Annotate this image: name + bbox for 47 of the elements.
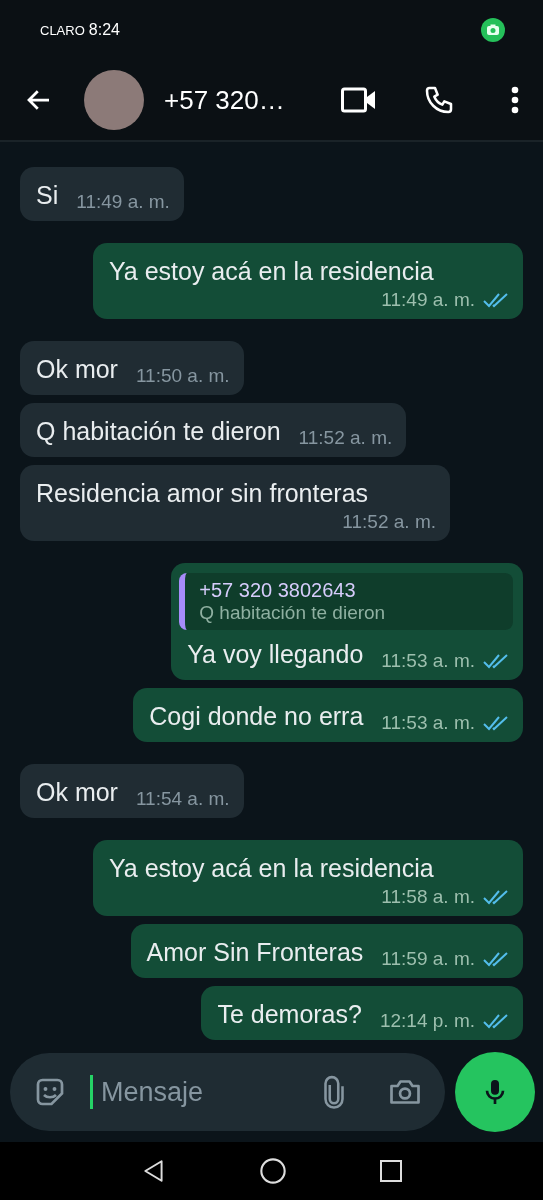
message-text: Ya estoy acá en la residencia bbox=[109, 256, 434, 287]
message-text: Ya estoy acá en la residencia bbox=[109, 853, 434, 884]
message-time: 11:53 a. m. bbox=[381, 712, 475, 734]
message-time: 11:52 a. m. bbox=[342, 511, 436, 533]
carrier-name: CLARO bbox=[40, 22, 85, 38]
quote-text: Q habitación te dieron bbox=[199, 602, 387, 624]
home-circle-icon[interactable] bbox=[258, 1157, 287, 1185]
outgoing-message-bubble[interactable]: Te demoras? 12:14 p. m. bbox=[201, 986, 523, 1040]
recents-square-icon[interactable] bbox=[378, 1159, 403, 1183]
camera-indicator-icon bbox=[481, 18, 505, 42]
message-text: Ok mor bbox=[36, 354, 118, 385]
message-time: 11:54 a. m. bbox=[135, 788, 230, 810]
message-input-field[interactable]: Mensaje bbox=[101, 1076, 309, 1108]
more-options-icon[interactable] bbox=[511, 86, 519, 114]
message-time: 12:14 p. m. bbox=[379, 1010, 475, 1032]
incoming-message-bubble[interactable]: Residencia amor sin fronteras 11:52 a. m. bbox=[20, 465, 450, 541]
message-text: Residencia amor sin fronteras bbox=[36, 478, 369, 509]
message-time: 11:50 a. m. bbox=[135, 365, 230, 387]
phone-icon[interactable] bbox=[423, 84, 455, 116]
message-text: Ya voy llegando bbox=[187, 639, 364, 670]
message-time: 11:52 a. m. bbox=[298, 427, 393, 449]
message-text: Si bbox=[36, 180, 59, 211]
message-text: Q habitación te dieron bbox=[36, 416, 281, 447]
incoming-message-bubble[interactable]: Si 11:49 a. m. bbox=[20, 167, 184, 221]
incoming-message-bubble[interactable]: Q habitación te dieron 11:52 a. m. bbox=[20, 403, 407, 457]
message-time: 11:58 a. m. bbox=[381, 886, 475, 908]
message-time: 11:53 a. m. bbox=[381, 650, 475, 672]
outgoing-message-bubble[interactable]: Ya estoy acá en la residencia 11:49 a. m. bbox=[93, 243, 523, 319]
message-text: Cogi donde no erra bbox=[149, 701, 364, 732]
message-time: 11:59 a. m. bbox=[381, 948, 475, 970]
message-text: Amor Sin Fronteras bbox=[146, 937, 364, 968]
message-time: 11:49 a. m. bbox=[76, 191, 170, 213]
contact-title[interactable]: +57 320… bbox=[164, 84, 285, 116]
avatar-photo[interactable] bbox=[84, 70, 144, 130]
message-time: 11:49 a. m. bbox=[381, 289, 475, 311]
incoming-message-bubble[interactable]: Ok mor 11:54 a. m. bbox=[20, 764, 244, 818]
quote-author: +57 320 3802643 bbox=[199, 579, 357, 602]
message-text: Ok mor bbox=[36, 777, 118, 808]
message-text: Te demoras? bbox=[217, 999, 362, 1030]
outgoing-message-bubble[interactable]: Amor Sin Fronteras 11:59 a. m. bbox=[130, 924, 523, 978]
status-time: 8:24 bbox=[88, 21, 120, 39]
video-camera-icon[interactable] bbox=[341, 87, 377, 113]
quoted-message[interactable]: +57 320 3802643 Q habitación te dieron bbox=[179, 573, 513, 630]
outgoing-message-bubble[interactable]: Ya estoy acá en la residencia 11:58 a. m. bbox=[93, 840, 523, 916]
incoming-message-bubble[interactable]: Ok mor 11:50 a. m. bbox=[20, 341, 244, 395]
outgoing-message-bubble[interactable]: Cogi donde no erra 11:53 a. m. bbox=[133, 688, 523, 742]
outgoing-message-bubble[interactable]: +57 320 3802643 Q habitación te dieron Ya voy llegando 11:53 a. m. bbox=[171, 563, 523, 680]
